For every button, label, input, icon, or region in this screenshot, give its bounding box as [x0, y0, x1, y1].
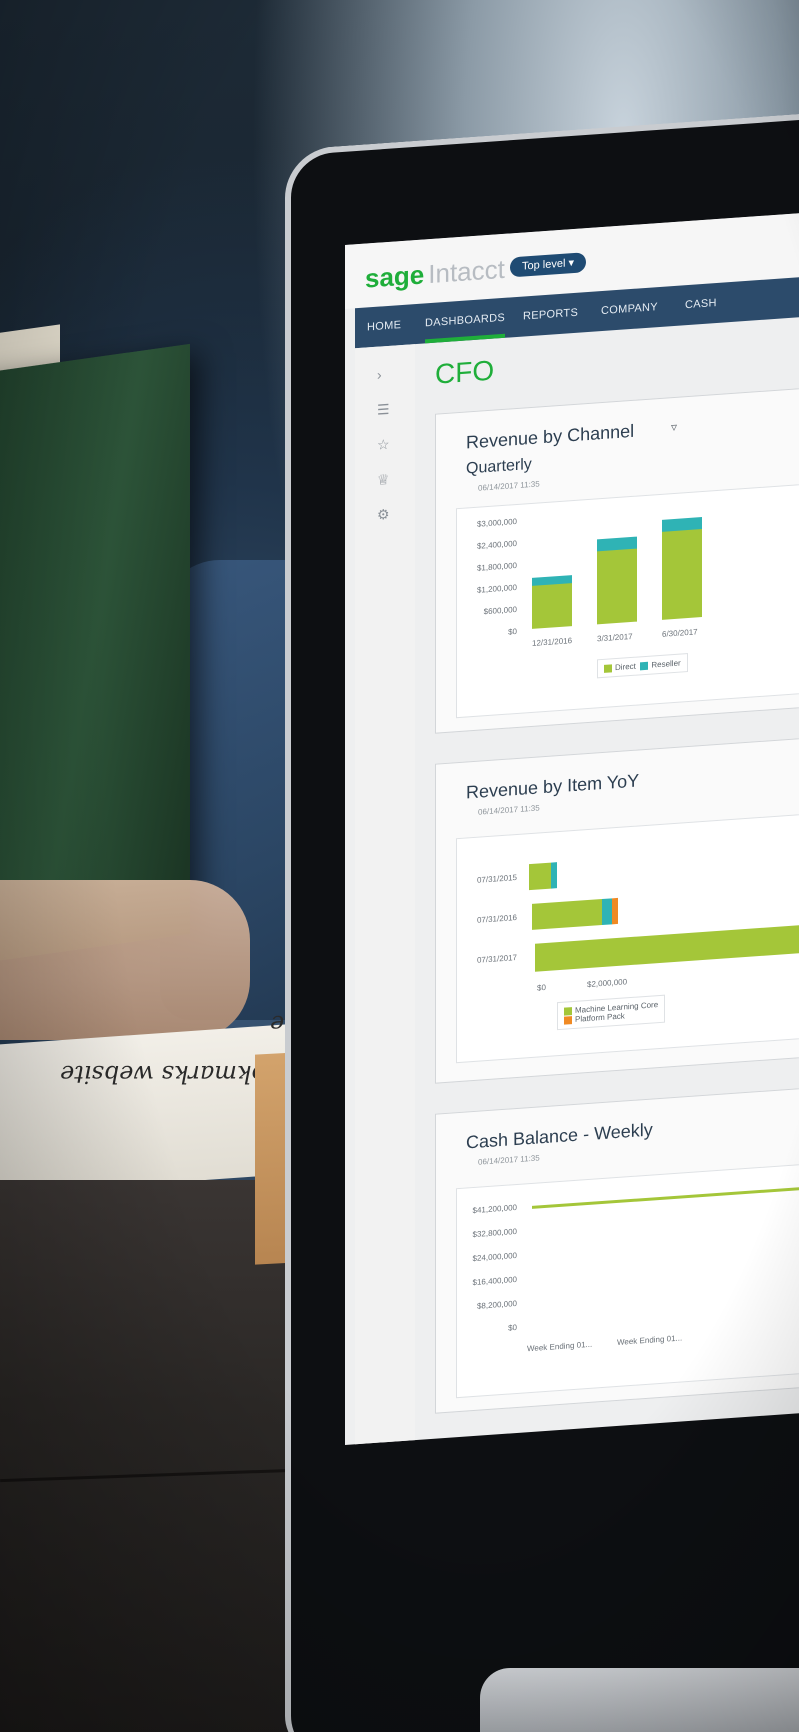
- level-selector[interactable]: Top level ▾: [510, 252, 587, 278]
- laptop-screen: sage Intacct Top level ▾ HOME DASHBOARDS …: [345, 211, 799, 1445]
- bar-item: [532, 899, 602, 930]
- bar-item: [551, 862, 557, 889]
- green-book: [0, 343, 190, 967]
- chart-cash-balance: $41,200,000 $32,800,000 $24,000,000 $16,…: [456, 1161, 799, 1399]
- cash-balance-line: [532, 1184, 799, 1209]
- bar-direct: [597, 546, 637, 625]
- x-tick: 12/31/2016: [532, 636, 573, 648]
- chart-revenue-by-item: 07/31/2015 07/31/2016 07/31/2017 $0 $2,0…: [456, 811, 799, 1064]
- card-timestamp: 06/14/2017 11:35: [478, 803, 540, 817]
- card-timestamp: 06/14/2017 11:35: [478, 479, 540, 493]
- x-tick: $2,000,000: [587, 977, 628, 990]
- logo-brand: sage: [365, 259, 425, 294]
- y-tick: $3,000,000: [476, 516, 517, 529]
- gear-icon[interactable]: ⚙: [377, 506, 390, 524]
- bar-direct: [532, 581, 572, 629]
- legend-swatch-reseller: [640, 661, 649, 671]
- logo-product: Intacct: [428, 253, 505, 290]
- x-tick: Week Ending 01...: [527, 1339, 593, 1354]
- y-tick: $0: [508, 1322, 517, 1333]
- chart-legend: Machine Learning Core Platform Pack: [557, 994, 666, 1031]
- list-icon[interactable]: ☰: [377, 401, 390, 419]
- star-icon[interactable]: ☆: [377, 436, 390, 454]
- x-tick: Week Ending 01...: [617, 1333, 683, 1347]
- photo-scene: blog bookmarks website - revise sageInta…: [0, 0, 799, 1732]
- card-timestamp: 06/14/2017 11:35: [478, 1153, 540, 1167]
- y-tick: 07/31/2017: [476, 952, 517, 965]
- legend-direct: Direct: [615, 661, 636, 673]
- chevron-down-icon: ▾: [568, 256, 575, 270]
- bar-item: [529, 862, 551, 891]
- sage-intacct-logo[interactable]: sage Intacct: [365, 254, 505, 295]
- trophy-icon[interactable]: ♕: [377, 471, 390, 489]
- person-hand: [0, 880, 250, 1040]
- nav-dashboards[interactable]: DASHBOARDS: [425, 298, 505, 344]
- y-tick: $1,800,000: [476, 560, 517, 573]
- y-tick: $0: [508, 626, 517, 637]
- chart-legend: Direct Reseller: [597, 653, 688, 679]
- y-tick: $1,200,000: [476, 582, 517, 595]
- legend-reseller: Reseller: [651, 658, 681, 670]
- chart-revenue-by-channel: $3,000,000 $2,400,000 $1,800,000 $1,200,…: [456, 481, 799, 719]
- bar-item: [612, 897, 618, 925]
- x-tick: $0: [537, 982, 546, 993]
- y-tick: $2,400,000: [476, 538, 517, 551]
- card-title: Cash Balance - Weekly: [466, 1119, 653, 1153]
- x-tick: 6/30/2017: [662, 627, 698, 639]
- filter-icon[interactable]: ▿: [671, 420, 677, 434]
- card-title: Revenue by Item YoY: [466, 770, 640, 803]
- laptop-base: [480, 1668, 799, 1732]
- nav-company[interactable]: COMPANY: [601, 287, 658, 331]
- y-tick: 07/31/2016: [476, 912, 517, 925]
- chevron-right-icon[interactable]: ›: [377, 366, 382, 382]
- legend-swatch: [564, 1016, 572, 1025]
- bar-item: [602, 898, 612, 926]
- card-revenue-by-item: Revenue by Item YoY 06/14/2017 11:35 07/…: [435, 735, 799, 1084]
- y-tick: $24,000,000: [472, 1250, 518, 1264]
- bar-direct: [662, 527, 702, 620]
- bar-item: [535, 922, 799, 972]
- card-title: Revenue by Channel: [466, 420, 635, 453]
- y-tick: 07/31/2015: [476, 872, 517, 885]
- legend-swatch-direct: [604, 664, 612, 673]
- y-tick: $8,200,000: [476, 1298, 517, 1311]
- nav-home[interactable]: HOME: [367, 305, 401, 347]
- card-subtitle: Quarterly: [466, 455, 532, 478]
- page-title: CFO: [435, 354, 495, 390]
- y-tick: $41,200,000: [472, 1202, 518, 1216]
- y-tick: $16,400,000: [472, 1274, 518, 1288]
- y-tick: $32,800,000: [472, 1226, 518, 1240]
- card-revenue-by-channel: Revenue by Channel ▿ Quarterly 06/14/201…: [435, 385, 799, 734]
- nav-reports[interactable]: REPORTS: [523, 293, 578, 337]
- card-cash-balance: Cash Balance - Weekly 06/14/2017 11:35 $…: [435, 1085, 799, 1414]
- x-tick: 3/31/2017: [597, 631, 633, 644]
- y-tick: $600,000: [483, 604, 517, 617]
- nav-cash[interactable]: CASH: [685, 283, 717, 325]
- side-rail: › ☰ ☆ ♕ ⚙: [355, 344, 415, 1445]
- level-label: Top level: [522, 257, 566, 273]
